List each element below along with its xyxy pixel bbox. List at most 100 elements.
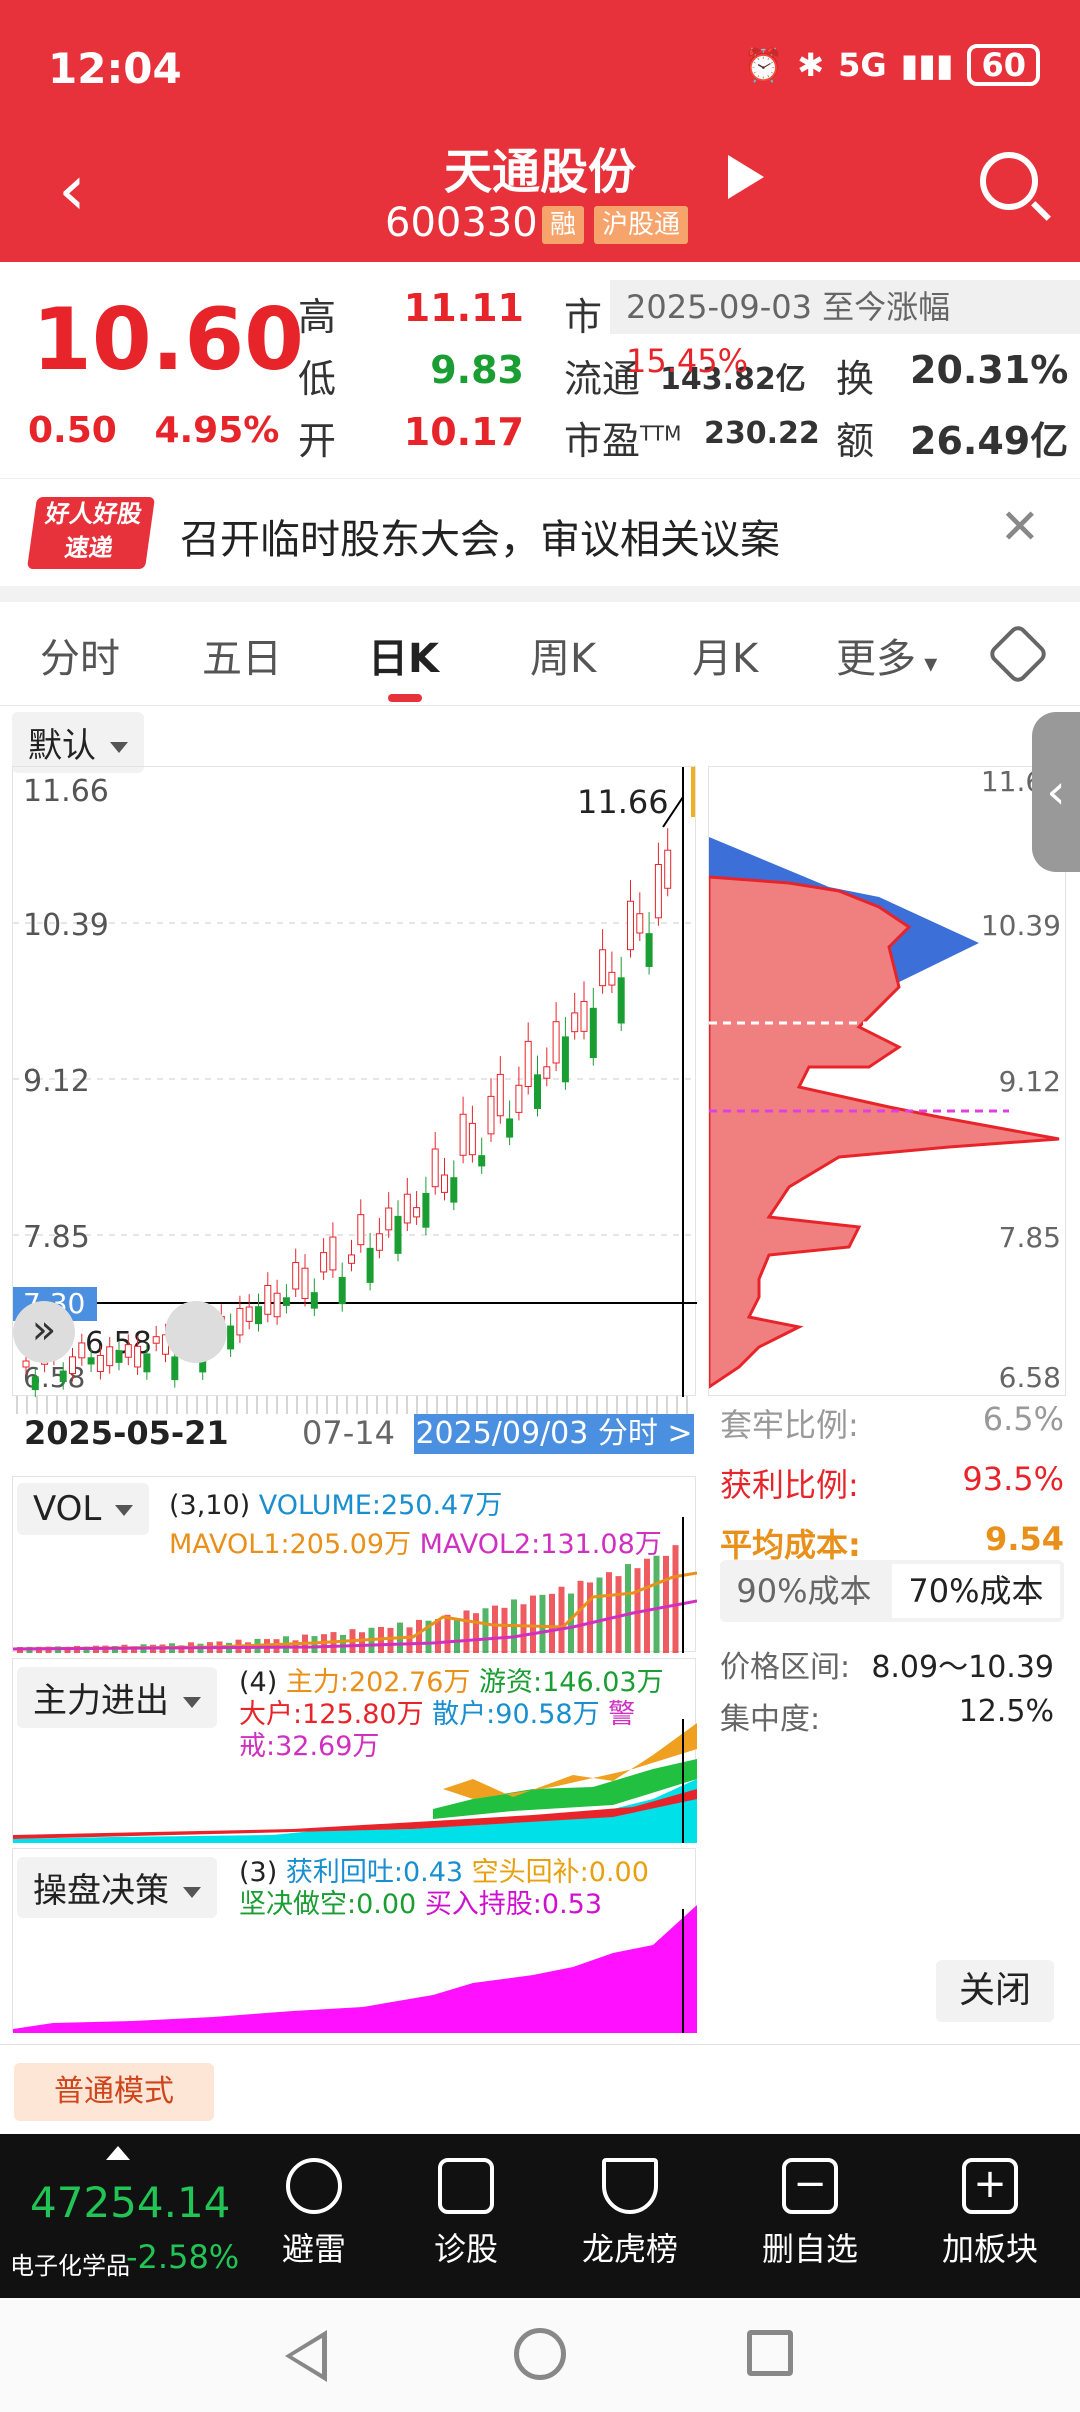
diagnose-button[interactable]: 诊股 [396, 2158, 536, 2270]
tab-more[interactable]: 更多 ▾ [836, 626, 937, 684]
chip-panel: 11.66 10.39 9.12 7.85 6.58 [707, 765, 1066, 1396]
candle [552, 1021, 560, 1064]
candle [571, 1012, 579, 1033]
candle [654, 863, 662, 919]
scroll-ruler[interactable] [16, 1396, 696, 1414]
expand-left-icon[interactable]: » [13, 1301, 75, 1363]
candle [403, 1193, 411, 1224]
since-date-tip: 2025-09-03 至今涨幅 15.45% [610, 280, 1080, 380]
fullscreen-icon[interactable] [165, 1301, 227, 1363]
tab-underline [388, 694, 422, 702]
volume-bar [311, 1636, 318, 1653]
candle [478, 1155, 486, 1167]
divider [0, 586, 1080, 602]
add-sector-button[interactable]: + 加板块 [920, 2158, 1060, 2270]
price-change: 0.50 4.95% [28, 410, 279, 451]
candle [255, 1306, 262, 1325]
search-icon[interactable] [980, 152, 1038, 210]
volume-bar [387, 1627, 394, 1653]
volume-bar [568, 1593, 574, 1653]
candle [301, 1267, 309, 1299]
candle [366, 1247, 374, 1283]
decision-chart [13, 1905, 697, 2033]
volume-bar [663, 1555, 669, 1653]
cost-90-button[interactable]: 90%成本 [720, 1560, 888, 1622]
candle [422, 1192, 430, 1228]
candle [22, 1360, 30, 1368]
volume-bar [539, 1594, 546, 1653]
date-select-button[interactable]: 2025/09/03 分时 > [414, 1414, 694, 1454]
nav-home-icon[interactable] [514, 2328, 566, 2380]
candle [320, 1252, 328, 1273]
date-mid: 07-14 [302, 1414, 395, 1452]
tab-weekly-k[interactable]: 周K [530, 626, 596, 684]
diagnose-icon [438, 2158, 494, 2214]
chip-stats: 套牢比例: 6.5% 获利比例: 93.5% 平均成本: 9.54 [720, 1400, 1064, 1566]
tick-label: 11.66 [23, 774, 109, 809]
tab-daily-k[interactable]: 日K [368, 626, 439, 684]
candle [627, 900, 634, 951]
amount-label: 额 [836, 419, 875, 463]
candle [524, 1040, 532, 1088]
high-label: 高 [298, 295, 337, 339]
volume-bar [473, 1613, 479, 1653]
nav-back-icon[interactable] [285, 2330, 327, 2382]
bomb-icon [286, 2158, 342, 2214]
candle [561, 1036, 569, 1083]
candle [534, 1074, 541, 1109]
cost-70-button[interactable]: 70%成本 [892, 1564, 1060, 1618]
nav-recents-icon[interactable] [747, 2330, 793, 2376]
adjust-dropdown[interactable]: 默认 [12, 712, 144, 773]
collapse-handle[interactable]: ‹ [1032, 712, 1080, 872]
close-button[interactable]: 关闭 [936, 1960, 1054, 2022]
close-icon[interactable]: ✕ [1000, 499, 1040, 555]
remove-watchlist-button[interactable]: − 删自选 [740, 2158, 880, 2270]
candle [459, 1113, 467, 1156]
candle [87, 1357, 95, 1365]
stock-code: 600330 [385, 200, 538, 246]
profit-row: 获利比例: 93.5% [720, 1460, 1064, 1504]
candle [431, 1148, 439, 1188]
candle [645, 933, 653, 967]
volume-bar [359, 1632, 365, 1653]
flow-chart [13, 1719, 697, 1843]
dragon-tiger-button[interactable]: 龙虎榜 [560, 2158, 700, 2270]
candle [78, 1342, 86, 1359]
volume-bar [587, 1582, 593, 1653]
status-bar: 12:04 ⏰ ✱ 5G ▮▮▮ 60 [0, 0, 1080, 130]
candle [69, 1356, 76, 1375]
bottom-toolbar: 47254.14 电子化学品 -2.58% 避雷 诊股 龙虎榜 − 删自选 + 加板… [0, 2134, 1080, 2298]
tab-intraday[interactable]: 分时 [40, 626, 120, 684]
candle [664, 849, 672, 889]
avoid-risk-button[interactable]: 避雷 [244, 2158, 384, 2270]
tab-monthly-k[interactable]: 月K [692, 626, 758, 684]
high-value: 11.11 [403, 286, 524, 330]
settings-icon[interactable] [986, 622, 1050, 686]
chip-tick: 10.39 [981, 909, 1061, 942]
chip-chart: 11.66 10.39 9.12 7.85 6.58 [707, 765, 1061, 1394]
open-label: 开 [298, 419, 337, 463]
candle [636, 913, 644, 934]
candle [245, 1306, 253, 1322]
candle [413, 1207, 421, 1218]
index-value[interactable]: 47254.14 [30, 2178, 230, 2227]
candle [487, 1095, 495, 1135]
candle [375, 1233, 383, 1251]
news-text[interactable]: 召开临时股东大会，审议相关议案 [180, 507, 780, 565]
tab-5day[interactable]: 五日 [202, 626, 282, 684]
candle [468, 1122, 476, 1156]
candle [292, 1262, 300, 1290]
amount-value: 26.49亿 [910, 419, 1069, 463]
volume-bar [454, 1619, 460, 1653]
news-banner[interactable]: 好人好股 速递 召开临时股东大会，审议相关议案 ✕ [0, 478, 1080, 586]
alarm-icon: ⏰ [743, 46, 784, 84]
low-value: 9.83 [430, 348, 524, 392]
mode-button[interactable]: 普通模式 [14, 2063, 214, 2121]
expand-up-icon[interactable] [106, 2146, 130, 2160]
volume-bar [653, 1555, 660, 1653]
minus-icon: − [782, 2158, 838, 2214]
signal-icon: 5G [838, 46, 887, 84]
candle [264, 1284, 272, 1315]
date-start: 2025-05-21 [24, 1414, 229, 1452]
next-stock-icon[interactable] [728, 155, 764, 199]
